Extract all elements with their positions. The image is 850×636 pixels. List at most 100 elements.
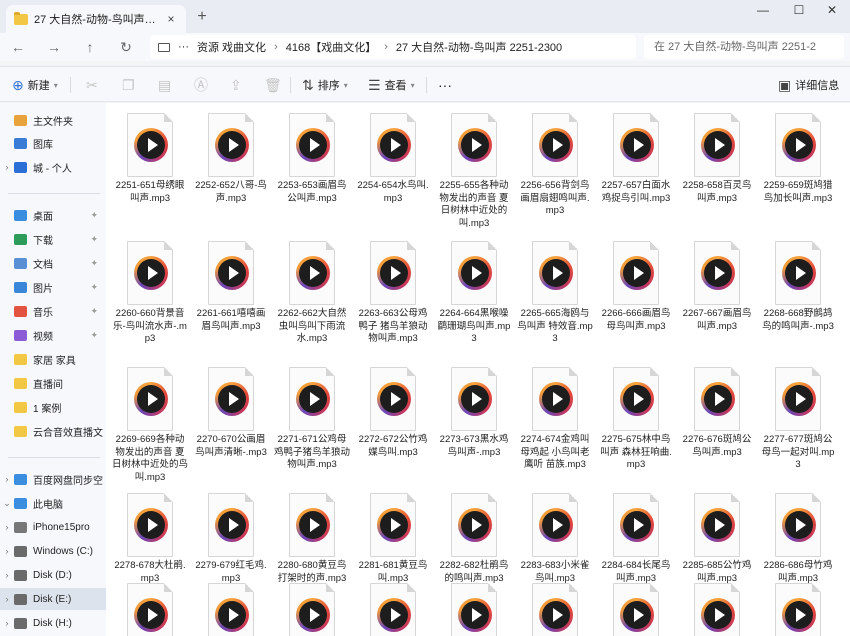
file-item[interactable]	[191, 573, 271, 636]
file-item[interactable]: 2258-658百灵鸟叫声.mp3	[677, 103, 757, 205]
chevron-right-icon[interactable]: ›	[0, 570, 14, 580]
breadcrumb-item[interactable]: 4168【戏曲文化】	[286, 39, 376, 55]
chevron-right-icon[interactable]: ›	[0, 522, 14, 532]
file-item[interactable]: 2255-655各种动物发出的声音 夏日树林中近处的叫.mp3	[434, 103, 514, 230]
sidebar-item[interactable]: › 城 - 个人	[0, 156, 106, 178]
back-button[interactable]: ←	[8, 37, 28, 57]
file-item[interactable]: 2276-676斑鸠公鸟叫声.mp3	[677, 357, 757, 459]
search-input[interactable]: 在 27 大自然-动物-鸟叫声 2251-2	[644, 35, 844, 59]
file-item[interactable]: 2272-672公竹鸡媒鸟叫.mp3	[353, 357, 433, 459]
sidebar-item[interactable]: 家居 家具	[0, 348, 106, 370]
sidebar-item[interactable]: 文档 ✦	[0, 252, 106, 274]
file-item[interactable]: 2279-679红毛鸡.mp3	[191, 483, 271, 585]
chevron-right-icon[interactable]: ›	[0, 594, 14, 604]
up-button[interactable]: ↑	[80, 37, 100, 57]
sidebar-item[interactable]: 云合音效直播文	[0, 420, 106, 442]
file-item[interactable]: 2268-668野鹧鸪鸟的鸣叫声-.mp3	[758, 231, 838, 333]
sidebar-item[interactable]: 视频 ✦	[0, 324, 106, 346]
file-item[interactable]: 2267-667画眉鸟叫声.mp3	[677, 231, 757, 333]
sidebar-item[interactable]: ⌄ 此电脑	[0, 492, 106, 514]
chevron-right-icon[interactable]: ›	[0, 162, 14, 172]
file-item[interactable]: 2259-659斑鸠猎鸟加长叫声.mp3	[758, 103, 838, 205]
close-tab-icon[interactable]: ×	[164, 12, 178, 26]
file-item[interactable]	[677, 573, 757, 636]
chevron-right-icon[interactable]: ›	[0, 474, 14, 484]
more-options-button[interactable]: ···	[438, 75, 452, 95]
file-item[interactable]: 2271-671公鸡母鸡鸭子猪鸟羊狼动物叫声.mp3	[272, 357, 352, 472]
file-item[interactable]	[110, 573, 190, 636]
file-item[interactable]: 2263-663公母鸡鸭子 猪鸟羊狼动物叫声.mp3	[353, 231, 433, 346]
file-item[interactable]: 2257-657白面水鸡捉鸟引叫.mp3	[596, 103, 676, 205]
file-item[interactable]: 2282-682杜鹃鸟的鸣叫声.mp3	[434, 483, 514, 585]
sidebar-item[interactable]: 主文件夹	[0, 109, 106, 131]
sidebar-item[interactable]: 音乐 ✦	[0, 300, 106, 322]
chevron-right-icon[interactable]: ⌄	[0, 498, 14, 509]
close-window-button[interactable]: ✕	[814, 0, 850, 22]
sidebar-item[interactable]: › Disk (D:)	[0, 564, 106, 586]
sort-button[interactable]: ⇅ 排序 ▾	[302, 75, 348, 95]
file-item[interactable]: 2256-656背剑鸟画眉扇翅鸣叫声.mp3	[515, 103, 595, 218]
address-bar[interactable]: ··· 资源 戏曲文化 › 4168【戏曲文化】 › 27 大自然-动物-鸟叫声…	[150, 35, 636, 59]
sidebar-item[interactable]: › Disk (H:)	[0, 612, 106, 634]
file-item[interactable]	[758, 573, 838, 636]
breadcrumb-item[interactable]: 资源 戏曲文化	[197, 39, 266, 55]
file-item[interactable]	[272, 573, 352, 636]
details-button[interactable]: ▣ 详细信息	[778, 75, 839, 95]
sidebar-item[interactable]: 桌面 ✦	[0, 204, 106, 226]
new-tab-button[interactable]: +	[192, 7, 212, 27]
file-item[interactable]: 2277-677斑鸠公母鸟一起对叫.mp3	[758, 357, 838, 472]
delete-button[interactable]: 🗑	[264, 75, 282, 95]
sidebar-item[interactable]: 图片 ✦	[0, 276, 106, 298]
file-item[interactable]: 2261-661嘻嘻画眉鸟叫声.mp3	[191, 231, 271, 333]
cut-button[interactable]: ✂	[86, 75, 98, 95]
chevron-right-icon[interactable]: ›	[0, 546, 14, 556]
file-item[interactable]: 2270-670公画眉鸟叫声清晰-.mp3	[191, 357, 271, 459]
file-item[interactable]: 2283-683小米雀鸟叫.mp3	[515, 483, 595, 585]
tab-current-folder[interactable]: 27 大自然-动物-鸟叫声 2251-2 ×	[6, 5, 186, 33]
file-item[interactable]: 2262-662大自然虫叫鸟叫下雨流水.mp3	[272, 231, 352, 346]
rename-button[interactable]: Ⓐ	[194, 75, 208, 95]
file-item[interactable]: 2264-664黑喉噪鹛珊瑚鸟叫声.mp3	[434, 231, 514, 346]
file-item[interactable]: 2274-674金鸡叫母鸡起 小鸟叫老鹰听 苗族.mp3	[515, 357, 595, 472]
sidebar-item[interactable]: › Disk (E:)	[0, 588, 106, 610]
file-item[interactable]: 2254-654水鸟叫.mp3	[353, 103, 433, 205]
breadcrumb-overflow[interactable]: ···	[178, 41, 189, 53]
file-item[interactable]: 2275-675林中鸟叫声 森林狂响曲.mp3	[596, 357, 676, 472]
sidebar-item[interactable]: › iPhone15pro	[0, 516, 106, 538]
paste-button[interactable]: ▤	[158, 75, 171, 95]
maximize-button[interactable]: ☐	[781, 0, 817, 22]
file-item[interactable]	[434, 573, 514, 636]
file-item[interactable]: 2266-666画眉鸟母鸟叫声.mp3	[596, 231, 676, 333]
sidebar-item[interactable]: 图库	[0, 132, 106, 154]
view-button[interactable]: ☰ 查看 ▾	[368, 75, 415, 95]
file-item[interactable]	[596, 573, 676, 636]
breadcrumb-item[interactable]: 27 大自然-动物-鸟叫声 2251-2300	[396, 39, 562, 55]
file-item[interactable]: 2280-680黄豆鸟打架时的声.mp3	[272, 483, 352, 585]
file-item[interactable]: 2251-651母绣眼叫声.mp3	[110, 103, 190, 205]
minimize-button[interactable]: —	[745, 0, 781, 22]
chevron-right-icon[interactable]: ›	[0, 618, 14, 628]
file-item[interactable]: 2285-685公竹鸡叫声.mp3	[677, 483, 757, 585]
sidebar-item[interactable]: › Windows (C:)	[0, 540, 106, 562]
copy-button[interactable]: ❐	[122, 75, 135, 95]
file-item[interactable]: 2273-673黑水鸡鸟叫声-.mp3	[434, 357, 514, 459]
sidebar-item[interactable]: 1 案例	[0, 396, 106, 418]
file-item[interactable]: 2269-669各种动物发出的声音 夏日树林中近处的鸟叫.mp3	[110, 357, 190, 484]
new-button[interactable]: ⊕ 新建 ▾	[12, 75, 58, 95]
file-item[interactable]	[353, 573, 433, 636]
file-item[interactable]: 2286-686母竹鸡叫声.mp3	[758, 483, 838, 585]
file-item[interactable]: 2252-652八哥-鸟声.mp3	[191, 103, 271, 205]
file-item[interactable]: 2253-653画眉鸟公叫声.mp3	[272, 103, 352, 205]
forward-button[interactable]: →	[44, 37, 64, 57]
file-item[interactable]: 2278-678大杜鹃.mp3	[110, 483, 190, 585]
file-item[interactable]	[515, 573, 595, 636]
refresh-button[interactable]: ↻	[116, 37, 136, 57]
file-item[interactable]: 2281-681黄豆鸟叫.mp3	[353, 483, 433, 585]
sidebar-item[interactable]: 直播间	[0, 372, 106, 394]
file-item[interactable]: 2284-684长尾鸟叫声.mp3	[596, 483, 676, 585]
file-item[interactable]: 2265-665海鸥与鸟叫声 特效音.mp3	[515, 231, 595, 346]
sidebar-item[interactable]: › 百度网盘同步空	[0, 468, 106, 490]
share-button[interactable]: ⇪	[230, 75, 242, 95]
file-item[interactable]: 2260-660背景音乐-鸟叫流水声-.mp3	[110, 231, 190, 346]
sidebar-item[interactable]: 下载 ✦	[0, 228, 106, 250]
